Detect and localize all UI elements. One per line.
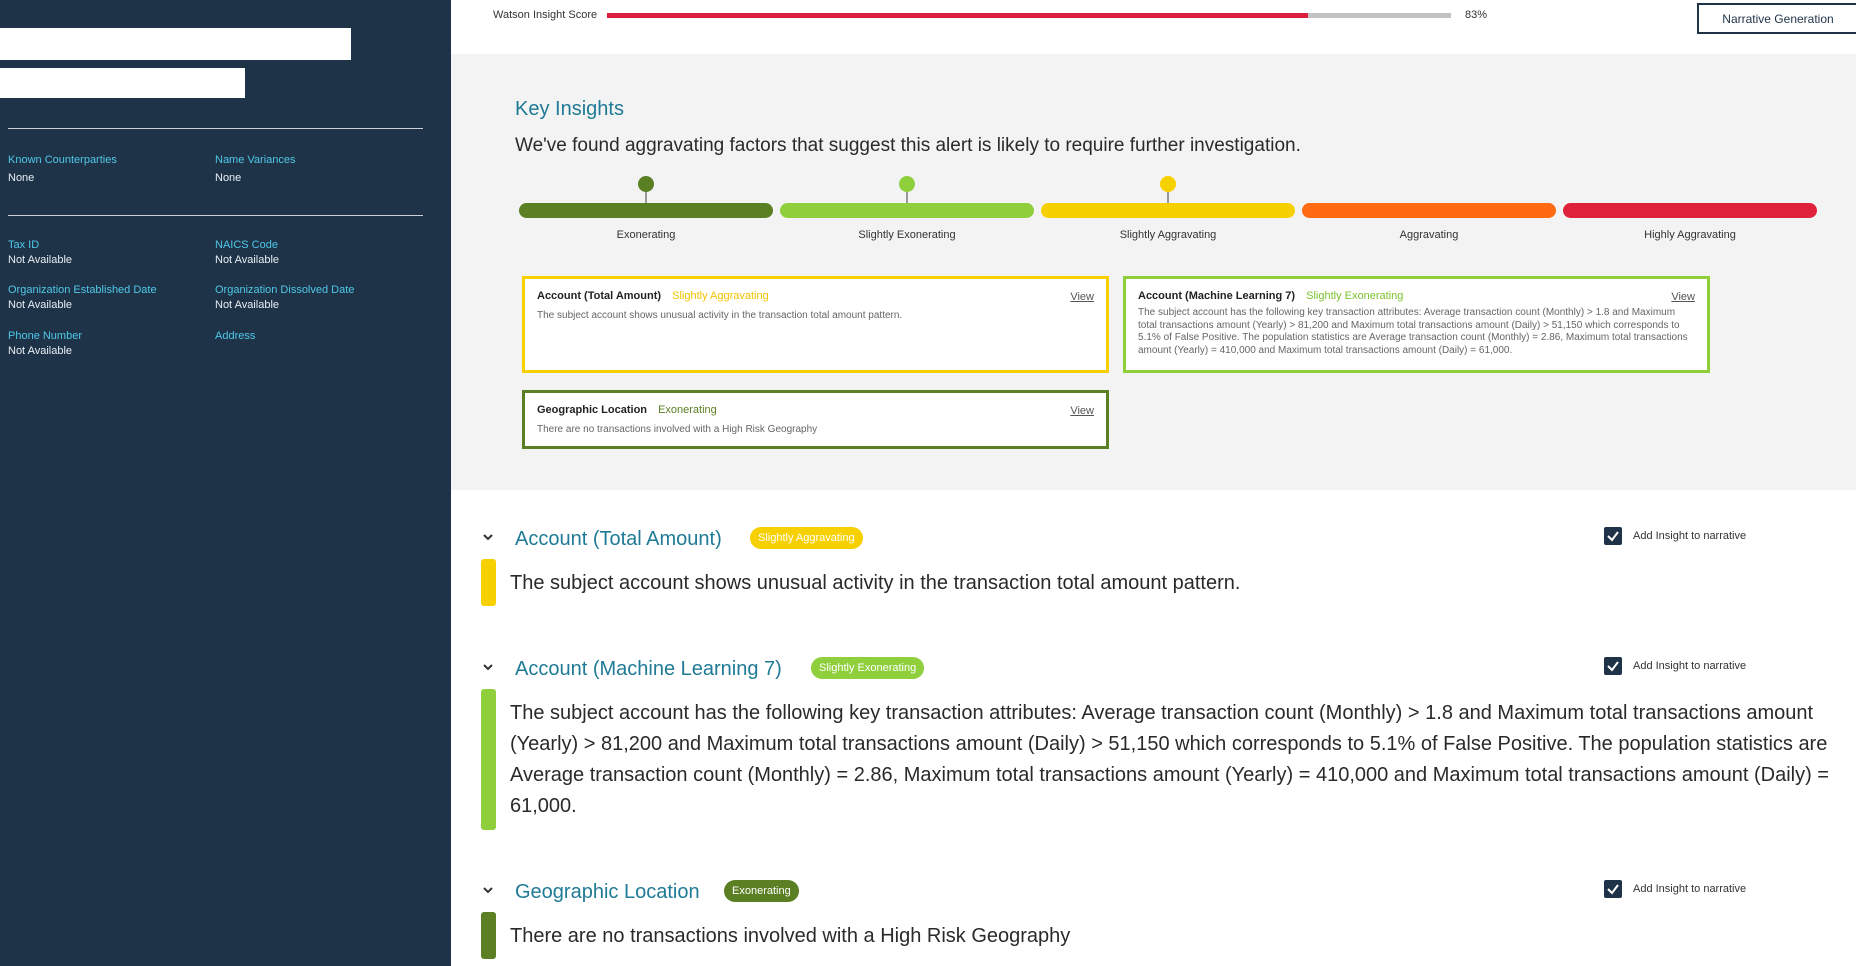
chevron-down-icon[interactable] [481, 883, 495, 897]
card-title: Account (Machine Learning 7) [1138, 290, 1296, 302]
severity-bar [481, 689, 496, 830]
field-label: Tax ID [8, 239, 40, 251]
redacted-entity-name [0, 28, 351, 60]
sidebar-divider [8, 128, 423, 129]
scale-label: Aggravating [1399, 229, 1459, 241]
card-title: Geographic Location [537, 404, 648, 416]
checkmark-icon [1607, 531, 1619, 542]
scale-marker-stem [645, 191, 647, 203]
checkmark-icon [1607, 661, 1619, 672]
card-tag: Exonerating [658, 404, 717, 416]
redacted-entity-subtitle [0, 68, 245, 98]
insight-detail-text: The subject account has the following ke… [510, 702, 1829, 817]
scale-segment-exonerating [519, 203, 773, 218]
card-body: There are no transactions involved with … [537, 424, 818, 435]
insight-detail-text: There are no transactions involved with … [510, 925, 1071, 947]
field-known-counterparties: Known Counterparties None [8, 154, 117, 184]
insight-detail-title: Account (Total Amount) [515, 528, 722, 550]
scale-marker-exonerating [638, 176, 654, 192]
scale-segment-slightly-exonerating [780, 203, 1034, 218]
field-established-date: Organization Established Date Not Availa… [8, 284, 157, 311]
add-to-narrative-checkbox[interactable] [1604, 657, 1622, 675]
scale-marker-slightly-aggravating [1160, 176, 1176, 192]
checkmark-icon [1607, 884, 1619, 895]
card-tag: Slightly Aggravating [672, 290, 769, 302]
scale-label: Slightly Exonerating [858, 229, 956, 241]
field-label: Organization Dissolved Date [215, 284, 355, 296]
chevron-down-icon[interactable] [481, 660, 495, 674]
insight-card-geographic-location[interactable]: Geographic Location Exonerating View The… [522, 390, 1109, 449]
field-value: Not Available [8, 254, 73, 266]
scale-segment-aggravating [1302, 203, 1556, 218]
chevron-down-icon[interactable] [481, 530, 495, 544]
insight-detail-title: Account (Machine Learning 7) [515, 658, 782, 680]
field-value: Not Available [8, 299, 73, 311]
score-label: Watson Insight Score [493, 9, 598, 21]
main-content: Watson Insight Score 83% Narrative Gener… [451, 0, 1856, 966]
card-view-link[interactable]: View [1671, 291, 1695, 303]
field-label: Address [215, 330, 256, 342]
field-value: Not Available [8, 345, 73, 357]
add-to-narrative-label: Add Insight to narrative [1633, 530, 1747, 542]
score-value: 83% [1465, 9, 1488, 21]
scale-segment-slightly-aggravating [1041, 203, 1295, 218]
field-value: None [8, 172, 35, 184]
card-title: Account (Total Amount) [537, 290, 662, 302]
entity-sidebar: Known Counterparties None Name Variances… [0, 0, 451, 966]
score-bar: Watson Insight Score 83% Narrative Gener… [451, 0, 1856, 54]
insight-detail-title: Geographic Location [515, 881, 700, 903]
narrative-generation-button[interactable]: Narrative Generation [1697, 3, 1856, 34]
field-label: Phone Number [8, 330, 82, 342]
score-progress-fill [607, 13, 1308, 18]
insight-severity-badge: Slightly Exonerating [811, 657, 925, 679]
field-name-variances: Name Variances None [215, 154, 296, 184]
severity-bar [481, 559, 496, 606]
field-label: Known Counterparties [8, 154, 117, 166]
scale-label: Exonerating [616, 229, 676, 241]
add-to-narrative-checkbox[interactable] [1604, 527, 1622, 545]
add-to-narrative-label: Add Insight to narrative [1633, 660, 1747, 672]
add-to-narrative-checkbox[interactable] [1604, 880, 1622, 898]
card-view-link[interactable]: View [1070, 405, 1094, 417]
score-progress-track [607, 13, 1451, 18]
insight-severity-badge: Exonerating [724, 880, 799, 902]
scale-marker-stem [1167, 191, 1169, 203]
key-insights-panel: Key Insights We've found aggravating fac… [451, 54, 1856, 490]
insight-card-machine-learning[interactable]: Account (Machine Learning 7) Slightly Ex… [1123, 276, 1710, 373]
card-view-link[interactable]: View [1070, 291, 1094, 303]
field-phone-number: Phone Number Not Available [8, 330, 82, 357]
field-value: None [215, 172, 242, 184]
field-value: Not Available [215, 299, 280, 311]
key-insights-subtitle: We've found aggravating factors that sug… [515, 135, 1301, 156]
insight-card-total-amount[interactable]: Account (Total Amount) Slightly Aggravat… [522, 276, 1109, 373]
field-label: Organization Established Date [8, 284, 157, 296]
add-to-narrative-label: Add Insight to narrative [1633, 883, 1747, 895]
card-tag: Slightly Exonerating [1306, 290, 1404, 302]
field-label: NAICS Code [215, 239, 278, 251]
field-dissolved-date: Organization Dissolved Date Not Availabl… [215, 284, 354, 311]
field-address: Address [215, 330, 255, 345]
field-tax-id: Tax ID Not Available [8, 239, 72, 266]
card-body: The subject account shows unusual activi… [537, 310, 903, 321]
scale-marker-slightly-exonerating [899, 176, 915, 192]
field-naics-code: NAICS Code Not Available [215, 239, 279, 266]
scale-marker-stem [906, 191, 908, 203]
insight-severity-badge: Slightly Aggravating [750, 527, 863, 549]
card-body: The subject account has the following ke… [1138, 307, 1688, 356]
sidebar-divider [8, 215, 423, 216]
insight-detail-text: The subject account shows unusual activi… [510, 572, 1241, 594]
field-value: Not Available [215, 254, 280, 266]
scale-segment-highly-aggravating [1563, 203, 1817, 218]
key-insights-title: Key Insights [515, 98, 624, 120]
scale-label: Slightly Aggravating [1119, 229, 1217, 241]
field-label: Name Variances [215, 154, 296, 166]
severity-bar [481, 912, 496, 959]
scale-label: Highly Aggravating [1644, 229, 1736, 241]
